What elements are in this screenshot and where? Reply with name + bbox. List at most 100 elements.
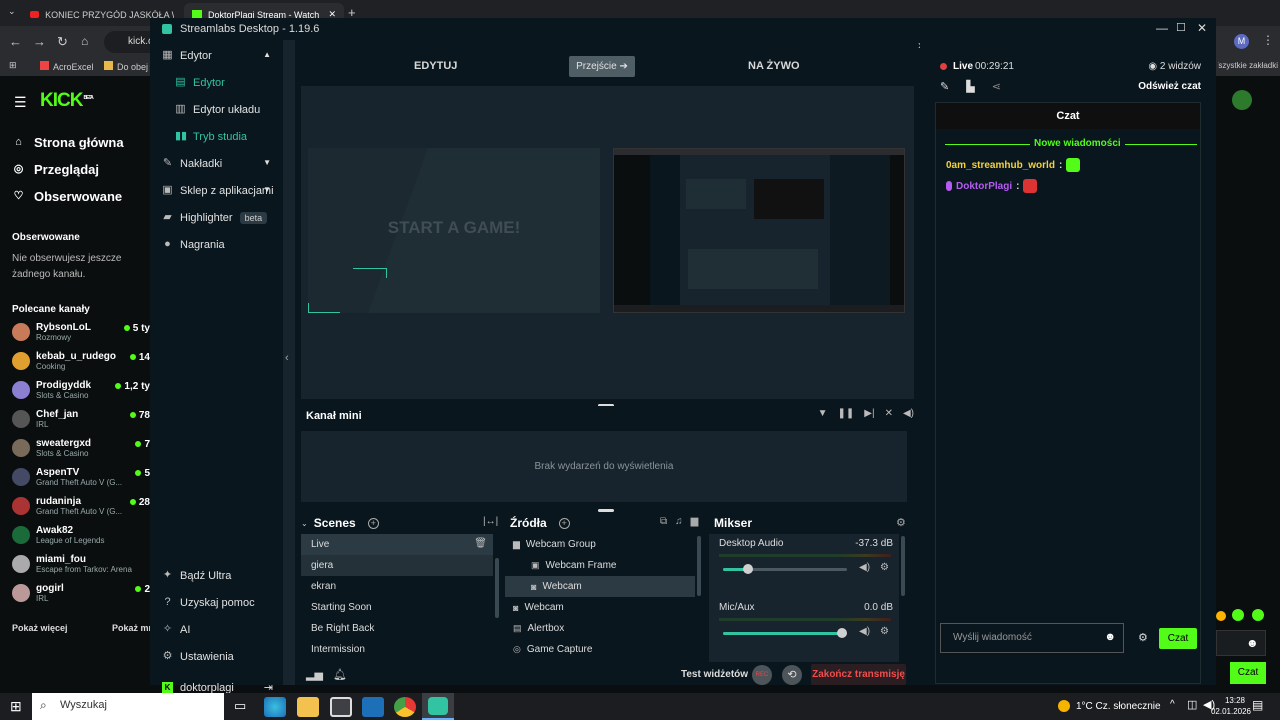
home-icon[interactable]: ⌂ bbox=[81, 34, 88, 48]
channel-item[interactable]: rudaninja Grand Theft Auto V (G... 28 bbox=[0, 491, 150, 520]
channel-item[interactable]: kebab_u_rudego Cooking 14 bbox=[0, 346, 150, 375]
refresh-chat-button[interactable]: Odśwież czat bbox=[1138, 81, 1201, 92]
nav-following[interactable]: ♡ Obserwowane bbox=[0, 183, 150, 210]
slider-handle[interactable] bbox=[837, 628, 847, 638]
channel-settings-icon[interactable]: ⚙ bbox=[880, 562, 889, 573]
nav-recordings[interactable]: ● Nagrania bbox=[150, 231, 283, 258]
hamburger-icon[interactable]: ☰ bbox=[14, 94, 27, 111]
show-more-link[interactable]: Pokaż więcej bbox=[12, 623, 68, 633]
nav-ai[interactable]: ✧ AI bbox=[150, 616, 283, 643]
mute-icon[interactable]: ◀) bbox=[859, 626, 870, 637]
scene-item[interactable]: Be Right Back bbox=[301, 618, 493, 639]
filter-icon[interactable]: ▼ bbox=[818, 408, 828, 419]
emote-icon[interactable] bbox=[1216, 611, 1226, 621]
mute-alerts-icon[interactable]: ✕ bbox=[885, 408, 893, 419]
scene-item[interactable]: Intermission bbox=[301, 639, 493, 660]
scrollbar[interactable] bbox=[495, 558, 499, 618]
kick-logo[interactable]: KICKBETA bbox=[40, 90, 94, 112]
scene-item[interactable]: Live 🗑︎ bbox=[301, 534, 493, 555]
replay-buffer-button[interactable]: ⟲ bbox=[782, 665, 802, 685]
tray-chevron-icon[interactable]: ^ bbox=[1170, 699, 1175, 710]
add-folder-icon[interactable]: ▆ bbox=[691, 516, 699, 527]
task-view-icon[interactable]: ▭ bbox=[234, 698, 246, 714]
channel-item[interactable]: sweatergxd Slots & Casino 7 bbox=[0, 433, 150, 462]
end-stream-button[interactable]: Zakończ transmisję bbox=[811, 664, 906, 685]
source-item[interactable]: ◙ Webcam bbox=[505, 576, 695, 597]
pause-icon[interactable]: ❚❚ bbox=[838, 408, 855, 419]
notification-icon[interactable]: 🔔︎ bbox=[333, 668, 347, 681]
mixer-settings-icon[interactable]: ⚙ bbox=[896, 516, 906, 529]
nav-settings[interactable]: ⚙ Ustawienia bbox=[150, 643, 283, 670]
apps-icon[interactable]: ⊞ bbox=[9, 60, 17, 71]
skip-icon[interactable]: ▶| bbox=[864, 408, 874, 419]
profile-avatar[interactable]: M bbox=[1234, 34, 1249, 49]
channel-item[interactable]: RybsonLoL Rozmowy 5 ty bbox=[0, 317, 150, 346]
source-item[interactable]: ▆ Webcam Group bbox=[505, 534, 695, 555]
chat-input[interactable]: Wyślij wiadomość ☻ bbox=[940, 623, 1124, 653]
source-item[interactable]: ▣ Webcam Frame bbox=[505, 555, 695, 576]
mute-icon[interactable]: ◀) bbox=[859, 562, 870, 573]
live-preview-canvas[interactable] bbox=[613, 148, 905, 313]
source-item[interactable]: ◎ Game Capture bbox=[505, 639, 695, 660]
network-icon[interactable]: ◫ bbox=[1187, 698, 1197, 711]
back-icon[interactable]: ← bbox=[9, 34, 22, 49]
scrollbar[interactable] bbox=[901, 536, 905, 596]
volume-icon[interactable]: ◀) bbox=[903, 408, 914, 419]
mail-icon[interactable] bbox=[362, 697, 384, 717]
volume-slider[interactable] bbox=[723, 628, 847, 638]
chat-username[interactable]: DoktorPlagi bbox=[956, 181, 1012, 192]
streamlabs-taskbar-button[interactable] bbox=[422, 693, 454, 720]
add-source-icon[interactable]: + bbox=[558, 517, 570, 529]
kick-chat-button[interactable]: Czat bbox=[1230, 662, 1266, 684]
chevron-down-icon[interactable]: ⌄ bbox=[301, 519, 308, 528]
nav-editor-sub[interactable]: ▤ Edytor bbox=[150, 69, 283, 96]
emoji-icon[interactable]: ☻ bbox=[1104, 631, 1116, 643]
show-less-link[interactable]: Pokaż mn bbox=[112, 623, 150, 633]
nav-highlighter[interactable]: ▰ Highlighter beta bbox=[150, 204, 283, 231]
nav-layout-editor[interactable]: ▥ Edytor układu bbox=[150, 96, 283, 123]
user-avatar[interactable] bbox=[1232, 90, 1252, 110]
popout-icon[interactable]: ▙ bbox=[966, 80, 974, 93]
scene-item[interactable]: ekran bbox=[301, 576, 493, 597]
clock[interactable]: 13:28 02.01.2026 bbox=[1203, 695, 1251, 717]
channel-item[interactable]: miami_fou Escape from Tarkov: Arena bbox=[0, 549, 150, 578]
emote-icon[interactable] bbox=[1252, 609, 1264, 621]
store-icon[interactable] bbox=[330, 697, 352, 717]
share-icon[interactable]: ⋖ bbox=[992, 80, 1001, 93]
reload-icon[interactable]: ↻ bbox=[57, 34, 68, 50]
transition-button[interactable]: Przejście ➔ bbox=[569, 56, 635, 77]
nav-studio-mode[interactable]: ▮▮ Tryb studia bbox=[150, 123, 283, 150]
nav-browse[interactable]: ◎ Przeglądaj bbox=[0, 156, 150, 183]
slider-handle[interactable] bbox=[743, 564, 753, 574]
emoji-icon[interactable]: ☻ bbox=[1246, 636, 1259, 650]
all-bookmarks[interactable]: Wszystkie zakładki bbox=[1218, 61, 1278, 70]
tab-search-icon[interactable]: ⌄ bbox=[8, 6, 16, 17]
edit-stream-icon[interactable]: ✎ bbox=[940, 80, 949, 93]
volume-slider[interactable] bbox=[723, 564, 847, 574]
bookmark-item[interactable]: AcroExcel bbox=[40, 61, 94, 72]
source-display-icon[interactable]: ⧉ bbox=[660, 516, 667, 527]
chat-settings-icon[interactable]: ⚙ bbox=[1138, 631, 1148, 644]
stats-icon[interactable]: ▂▅ bbox=[306, 668, 323, 681]
nav-overlays[interactable]: ✎ Nakładki ▼ bbox=[150, 150, 283, 177]
taskbar-search[interactable]: ⌕ Wyszukaj bbox=[32, 693, 224, 720]
nav-editor[interactable]: ▦ Edytor ▲ bbox=[150, 42, 283, 69]
test-widgets-label[interactable]: Test widżetów bbox=[681, 669, 748, 680]
close-icon[interactable]: ✕ bbox=[1197, 21, 1207, 35]
scene-item[interactable]: giera bbox=[301, 555, 493, 576]
collapse-sidebar-icon[interactable]: ‹ bbox=[285, 352, 289, 364]
chat-username[interactable]: 0am_streamhub_world bbox=[946, 160, 1055, 171]
channel-item[interactable]: gogirl IRL 2 bbox=[0, 578, 150, 607]
explorer-icon[interactable] bbox=[297, 697, 319, 717]
nav-app-store[interactable]: ▣ Sklep z aplikacjami ▼ bbox=[150, 177, 283, 204]
record-button[interactable]: REC bbox=[752, 665, 772, 685]
chrome-icon[interactable] bbox=[394, 697, 416, 717]
start-icon[interactable]: ⊞ bbox=[10, 698, 22, 715]
channel-item[interactable]: Prodigyddk Slots & Casino 1,2 ty bbox=[0, 375, 150, 404]
forward-icon[interactable]: → bbox=[33, 34, 46, 49]
add-scene-icon[interactable]: + bbox=[367, 517, 379, 529]
notification-center-icon[interactable]: ▤ bbox=[1252, 698, 1263, 712]
send-chat-button[interactable]: Czat bbox=[1159, 628, 1197, 649]
nav-home[interactable]: ⌂ Strona główna bbox=[0, 129, 150, 156]
edge-icon[interactable] bbox=[264, 697, 286, 717]
